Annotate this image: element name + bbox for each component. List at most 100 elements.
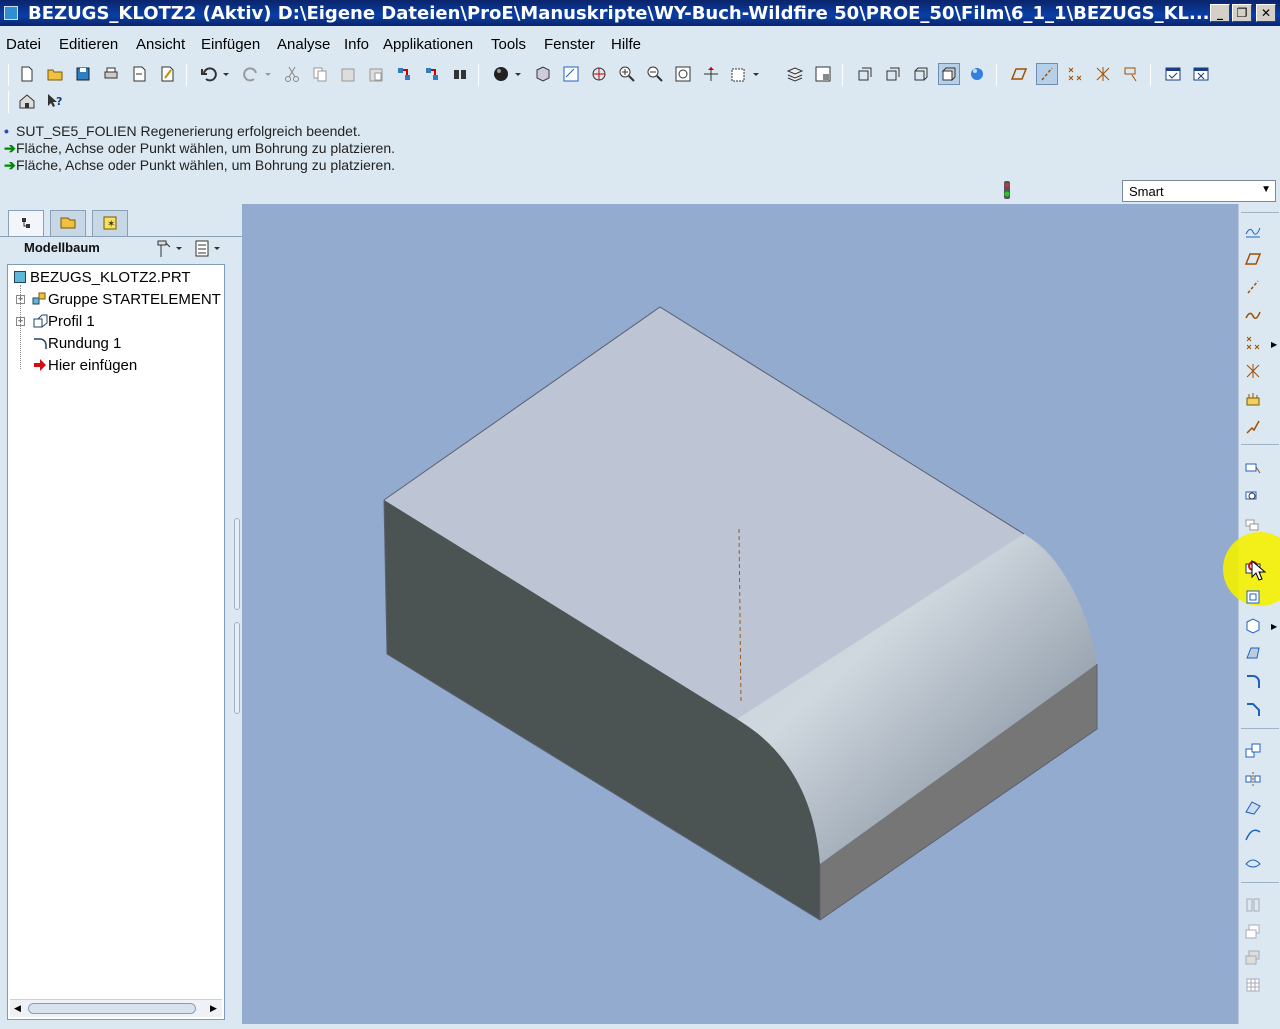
scrollbar-thumb[interactable] (28, 1003, 196, 1014)
annotations-display-icon[interactable] (1120, 63, 1142, 85)
saved-views-icon[interactable] (728, 63, 750, 85)
saved-views-dropdown-icon[interactable] (750, 63, 762, 85)
part-model-render[interactable] (242, 204, 1238, 1024)
new-file-icon[interactable] (16, 63, 38, 85)
spin-center-icon[interactable] (588, 63, 610, 85)
tab-folder-browser[interactable] (50, 210, 86, 236)
hidden-line-icon[interactable] (882, 63, 904, 85)
round-tool-icon[interactable] (1242, 670, 1264, 692)
save-icon[interactable] (72, 63, 94, 85)
rename-icon[interactable] (156, 63, 178, 85)
revolve-tool-icon[interactable] (1242, 486, 1264, 508)
regenerate-icon[interactable] (393, 63, 415, 85)
send-mail-icon[interactable] (128, 63, 150, 85)
undo-icon[interactable] (198, 63, 220, 85)
extrude-tool-icon[interactable] (1242, 458, 1264, 480)
view-manager-icon[interactable] (812, 63, 834, 85)
chamfer-tool-icon[interactable] (1242, 698, 1264, 720)
appearance-dropdown-icon[interactable] (512, 63, 524, 85)
copy-feature-icon[interactable] (1242, 740, 1264, 762)
datum-points-display-icon[interactable] (1064, 63, 1086, 85)
pattern-icon[interactable] (1242, 894, 1264, 916)
tab-model-tree[interactable] (8, 210, 44, 236)
no-hidden-icon[interactable] (910, 63, 932, 85)
merge-tool-icon[interactable] (1242, 796, 1264, 818)
offset-icon[interactable] (1242, 920, 1264, 942)
draft-tool-icon[interactable] (1242, 642, 1264, 664)
datum-axes-display-icon[interactable] (1036, 63, 1058, 85)
cut-icon[interactable] (281, 63, 303, 85)
paste-icon[interactable] (337, 63, 359, 85)
zoom-window-icon[interactable] (560, 63, 582, 85)
shading-icon[interactable] (938, 63, 960, 85)
menu-ansicht[interactable]: Ansicht (136, 36, 185, 53)
print-icon[interactable] (100, 63, 122, 85)
graphics-viewport[interactable] (242, 204, 1238, 1024)
menu-hilfe[interactable]: Hilfe (611, 36, 641, 53)
menu-datei[interactable]: Datei (6, 36, 41, 53)
datum-plane-icon[interactable] (1242, 248, 1264, 270)
appearance-sphere-icon[interactable] (490, 63, 512, 85)
menu-applikationen[interactable]: Applikationen (383, 36, 473, 53)
datum-planes-display-icon[interactable] (1008, 63, 1030, 85)
splitter-handle[interactable] (234, 622, 240, 714)
window-activate-icon[interactable] (1162, 63, 1184, 85)
rib-tool-icon[interactable] (1242, 614, 1264, 636)
thicken-icon[interactable] (1242, 946, 1264, 968)
tree-settings-icon[interactable] (154, 238, 184, 260)
close-button[interactable]: ✕ (1256, 4, 1276, 22)
redo-icon[interactable] (240, 63, 262, 85)
wireframe-icon[interactable] (854, 63, 876, 85)
zoom-in-icon[interactable] (616, 63, 638, 85)
tree-columns-icon[interactable] (194, 238, 224, 260)
menu-fenster[interactable]: Fenster (544, 36, 595, 53)
model-display-icon[interactable] (532, 63, 554, 85)
tree-item-round[interactable]: Rundung 1 (32, 335, 121, 352)
tab-favorites[interactable]: ✶ (92, 210, 128, 236)
rib-flyout-icon[interactable]: ▶ (1271, 622, 1277, 631)
open-file-icon[interactable] (44, 63, 66, 85)
mirror-tool-icon[interactable] (1242, 768, 1264, 790)
menu-tools[interactable]: Tools (491, 36, 526, 53)
home-icon[interactable] (16, 90, 38, 112)
tree-item-insert-here[interactable]: Hier einfügen (32, 357, 137, 374)
tree-item-group[interactable]: Gruppe STARTELEMENT (32, 291, 221, 308)
selection-filter-dropdown[interactable]: Smart ▼ (1122, 180, 1276, 202)
maximize-button[interactable]: ❐ (1232, 4, 1252, 22)
splitter-handle[interactable] (234, 518, 240, 610)
scroll-left-icon[interactable]: ◀ (14, 1003, 21, 1014)
menu-info[interactable]: Info (344, 36, 369, 53)
minimize-button[interactable]: _ (1210, 4, 1230, 22)
shell-tool-icon[interactable] (1242, 586, 1264, 608)
menu-editieren[interactable]: Editieren (59, 36, 118, 53)
boundary-blend-icon[interactable] (1242, 852, 1264, 874)
menu-einfuegen[interactable]: Einfügen (201, 36, 260, 53)
regen-manager-icon[interactable] (421, 63, 443, 85)
tree-item-root[interactable]: BEZUGS_KLOTZ2.PRT (14, 269, 191, 286)
tree-item-extrude[interactable]: Profil 1 (32, 313, 95, 330)
redo-dropdown-icon[interactable] (262, 63, 274, 85)
coordinate-systems-display-icon[interactable] (1092, 63, 1114, 85)
zoom-out-icon[interactable] (644, 63, 666, 85)
context-help-icon[interactable]: ? (44, 90, 66, 112)
scroll-right-icon[interactable]: ▶ (210, 1003, 217, 1014)
trim-tool-icon[interactable] (1242, 824, 1264, 846)
datum-curve-icon[interactable] (1242, 304, 1264, 326)
window-close-icon[interactable] (1190, 63, 1212, 85)
point-flyout-icon[interactable]: ▶ (1271, 340, 1277, 349)
layers-icon[interactable] (784, 63, 806, 85)
menu-analyse[interactable]: Analyse (277, 36, 330, 53)
sketch-tool-icon[interactable] (1242, 220, 1264, 242)
datum-point-icon[interactable] (1242, 332, 1264, 354)
undo-dropdown-icon[interactable] (220, 63, 232, 85)
horizontal-scrollbar[interactable]: ◀ ▶ (10, 999, 222, 1017)
search-binoculars-icon[interactable] (449, 63, 471, 85)
datum-axis-icon[interactable] (1242, 276, 1264, 298)
publish-geometry-icon[interactable] (1242, 416, 1264, 438)
paste-special-icon[interactable] (365, 63, 387, 85)
refit-icon[interactable] (672, 63, 694, 85)
analysis-feature-icon[interactable] (1242, 388, 1264, 410)
coordinate-system-icon[interactable] (1242, 360, 1264, 382)
solidify-icon[interactable] (1242, 974, 1264, 996)
reorient-icon[interactable] (700, 63, 722, 85)
